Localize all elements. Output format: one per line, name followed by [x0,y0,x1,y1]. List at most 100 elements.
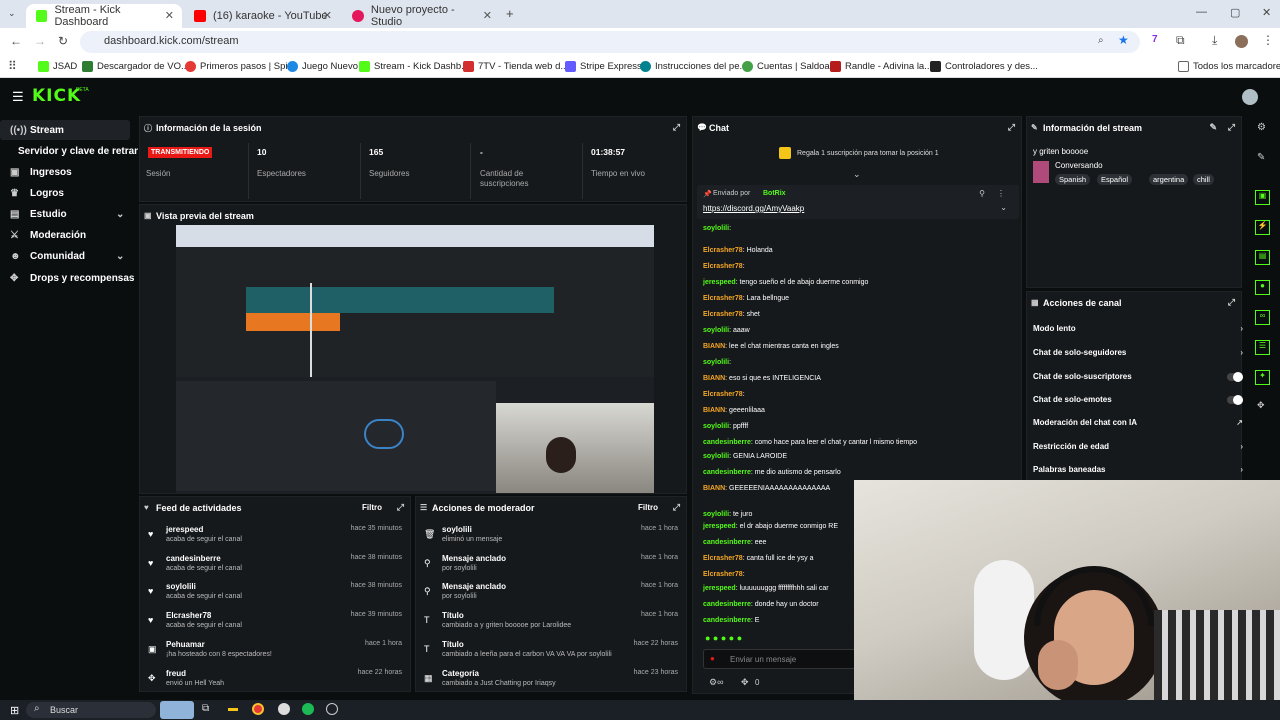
pencil-icon[interactable]: ✎ [1257,152,1265,163]
bookmark-item[interactable]: Primeros pasos | Spi... [185,61,295,72]
chevron-down-icon[interactable]: ⌄ [1000,203,1007,212]
expand-icon[interactable]: ⤢ [1008,122,1015,133]
bookmark-item[interactable]: JSAD [38,61,77,72]
unpin-icon[interactable]: ⚲ [979,189,985,198]
sidebar-item-logros[interactable]: ♛ Logros [0,183,138,203]
toggle-switch[interactable] [1227,372,1243,382]
chat-icon[interactable]: ● [1255,280,1270,295]
zoom-icon[interactable]: ⌕ [1098,35,1104,46]
user-avatar[interactable] [1242,89,1258,105]
download-icon[interactable]: ⤓ [1212,33,1217,48]
chat-username[interactable]: soylolili [703,423,729,430]
back-icon[interactable]: ← [10,34,22,48]
app-icon[interactable] [326,703,338,715]
channel-action-emotes[interactable]: Chat de solo-emotes [1033,395,1243,405]
sidebar-item-server-key[interactable]: Servidor y clave de retransmisión [0,141,138,161]
chat-username[interactable]: candesinberre [703,601,751,608]
spotify-icon[interactable] [302,703,314,715]
channel-action-slow[interactable]: Modo lento › [1033,324,1243,333]
bookmark-item[interactable]: Randle - Adivina la... [830,61,932,72]
hamburger-icon[interactable]: ☰ [12,89,24,105]
category-name[interactable]: Conversando [1055,161,1103,170]
chevron-down-icon[interactable]: ⌄ [853,169,861,180]
tag[interactable]: Español [1097,174,1133,185]
tag[interactable]: Spanish [1055,174,1091,185]
move-icon[interactable]: ✥ [1257,400,1265,411]
sidebar-item-stream[interactable]: ((•)) Stream [0,120,130,140]
profile-avatar[interactable] [1235,35,1248,48]
bookmark-item[interactable]: Descargador de VO... [82,61,189,72]
settings-icon[interactable]: ⚙∞ [709,677,723,688]
bookmark-item[interactable]: Stripe Express [565,61,642,72]
tab-kick[interactable]: Stream - Kick Dashboard ✕ [26,4,182,28]
list-icon[interactable]: ☰ [1255,340,1270,355]
chat-username[interactable]: jerespeed [703,523,736,530]
chat-username[interactable]: candesinberre [703,617,751,624]
chat-username[interactable]: Elcrasher78 [703,391,743,398]
chat-username[interactable]: Elcrasher78 [703,555,743,562]
close-icon[interactable]: ✕ [323,9,332,22]
expand-icon[interactable]: ⤢ [1228,122,1235,133]
doc-icon[interactable]: ▤ [1255,250,1270,265]
chat-username[interactable]: Elcrasher78 [703,311,743,318]
menu-dots-icon[interactable]: ⋮ [1262,33,1274,47]
sidebar-item-moderacion[interactable]: ⚔ Moderación [0,225,138,245]
expand-icon[interactable]: ⤢ [1228,297,1235,308]
filter-button[interactable]: Filtro [362,503,382,512]
bookmark-item[interactable]: Instrucciones del pe... [640,61,747,72]
chat-username[interactable]: candesinberre [703,439,751,446]
apps-icon[interactable]: ⠿ [8,59,17,73]
sidebar-item-drops[interactable]: ✥ Drops y recompensas [0,268,138,288]
stream-video[interactable] [176,225,654,493]
filter-button[interactable]: Filtro [638,503,658,512]
tab-menu-icon[interactable]: ⌄ [8,8,16,19]
expand-icon[interactable]: ⤢ [397,502,404,513]
chat-username[interactable]: soylolili [703,225,729,232]
gear-icon[interactable]: ⚙ [1257,122,1266,133]
expand-icon[interactable]: ⤢ [673,122,680,133]
bookmark-item[interactable]: Stream - Kick Dashb... [359,61,469,72]
chat-username[interactable]: soylolili [703,327,729,334]
chat-username[interactable]: Elcrasher78 [703,247,743,254]
chat-username[interactable]: soylolili [703,359,729,366]
reload-icon[interactable]: ↻ [58,34,68,48]
bookmark-item[interactable]: Juego Nuevo [287,61,358,72]
edit-icon[interactable]: ✎ [1209,122,1217,133]
infinity-icon[interactable]: ∞ [1255,310,1270,325]
chat-username[interactable]: soylolili [703,511,729,518]
channel-action-age[interactable]: Restricción de edad › [1033,442,1243,451]
star-icon[interactable]: ★ [1118,33,1129,47]
chat-username[interactable]: BIANN [703,407,725,414]
bookmark-item[interactable]: 7TV - Tienda web d... [463,61,568,72]
tab-youtube[interactable]: (16) karaoke - YouTube ✕ [184,4,340,28]
wrench-icon[interactable]: ✦ [1255,370,1270,385]
qr-icon[interactable]: ▣ [1255,190,1270,205]
toggle-switch[interactable] [1227,395,1243,405]
channel-action-subs[interactable]: Chat de solo-suscriptores [1033,372,1243,382]
widget-icon[interactable] [160,701,194,719]
chat-username[interactable]: candesinberre [703,539,751,546]
chat-username[interactable]: Elcrasher78 [703,295,743,302]
tag[interactable]: argentina [1149,174,1189,185]
folder-icon[interactable]: ▬ [228,703,238,714]
maximize-icon[interactable]: ▢ [1230,6,1240,19]
obs-icon[interactable] [278,703,290,715]
close-icon[interactable]: ✕ [483,9,492,22]
more-icon[interactable]: ⋮ [997,189,1005,198]
chat-username[interactable]: Elcrasher78 [703,571,743,578]
chat-username[interactable]: candesinberre [703,469,751,476]
tab-studio[interactable]: Nuevo proyecto - Studio ✕ [342,4,498,28]
minimize-icon[interactable]: — [1196,6,1207,18]
forward-icon[interactable]: → [34,34,46,48]
sidebar-item-comunidad[interactable]: ☻ Comunidad ⌄ [0,246,138,266]
sidebar-item-ingresos[interactable]: ▣ Ingresos [0,162,138,182]
windows-icon[interactable]: ⊞ [10,704,19,717]
channel-action-followers[interactable]: Chat de solo-seguidores › [1033,348,1243,357]
kick-logo[interactable]: KICK [32,86,81,106]
chat-username[interactable]: BIANN [703,485,725,492]
lightning-icon[interactable]: ⚡ [1255,220,1270,235]
sub-gift-banner[interactable]: Regala 1 suscripción para tomar la posic… [779,147,939,159]
channel-action-ai-mod[interactable]: Moderación del chat con IA ↗ [1033,418,1243,427]
gift-icon[interactable]: ✥ [741,677,749,688]
pinned-link[interactable]: https://discord.gg/AmyVaakp [703,204,804,213]
